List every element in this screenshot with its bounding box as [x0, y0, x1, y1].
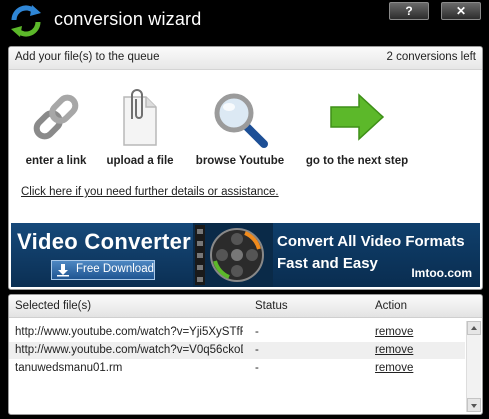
file-cell: http://www.youtube.com/watch?v=Yji5XySTf… [15, 326, 243, 338]
scroll-up-button[interactable] [467, 321, 481, 335]
ad-banner[interactable]: Video Converter Free Download Convert Al… [11, 223, 480, 287]
column-header-status[interactable]: Status [255, 300, 288, 312]
file-queue-list: Selected file(s) Status Action http://ww… [8, 294, 483, 415]
banner-site: Imtoo.com [411, 266, 472, 280]
banner-right: Convert All Video Formats Fast and Easy … [273, 223, 480, 287]
close-button[interactable]: ✕ [441, 2, 481, 20]
banner-left: Video Converter Free Download [11, 223, 193, 287]
table-row[interactable]: tanuwedsmanu01.rm - remove [9, 360, 465, 377]
film-reel-icon [195, 225, 264, 285]
title-bar: conversion wizard ? ✕ [0, 0, 489, 40]
banner-title: Video Converter [17, 229, 192, 254]
remove-link[interactable]: remove [375, 326, 413, 338]
table-row[interactable]: http://www.youtube.com/watch?v=V0q56ckoD… [9, 342, 465, 359]
download-icon [57, 264, 69, 277]
upload-file-label: upload a file [106, 155, 174, 167]
film-reel-graphic [193, 223, 273, 287]
status-cell: - [255, 362, 259, 374]
conversions-left-counter: 2 conversions left [386, 51, 477, 63]
scroll-down-arrow-icon [471, 404, 477, 408]
browse-youtube-label: browse Youtube [195, 155, 285, 167]
queue-instruction: Add your file(s) to the queue [15, 51, 160, 63]
table-row[interactable]: http://www.youtube.com/watch?v=Yji5XySTf… [9, 324, 465, 341]
file-cell: http://www.youtube.com/watch?v=V0q56ckoD [15, 344, 243, 356]
queue-header: Selected file(s) Status Action [9, 295, 482, 318]
next-step-label: go to the next step [305, 155, 409, 167]
column-header-selected-files[interactable]: Selected file(s) [15, 300, 91, 312]
add-files-panel: Add your file(s) to the queue 2 conversi… [8, 46, 483, 290]
remove-link[interactable]: remove [375, 362, 413, 374]
remove-link[interactable]: remove [375, 344, 413, 356]
help-button[interactable]: ? [389, 2, 429, 20]
file-cell: tanuwedsmanu01.rm [15, 362, 123, 374]
column-header-action[interactable]: Action [375, 300, 407, 312]
scroll-down-button[interactable] [467, 398, 481, 412]
banner-tagline-2: Fast and Easy [277, 255, 378, 272]
free-download-label: Free Download [76, 263, 154, 275]
status-cell: - [255, 344, 259, 356]
window-title: conversion wizard [54, 9, 202, 29]
enter-link-label: enter a link [25, 155, 87, 167]
help-details-link[interactable]: Click here if you need further details o… [21, 186, 279, 198]
paperclip-document-icon [123, 89, 157, 146]
magnifier-icon [214, 93, 268, 148]
free-download-button[interactable]: Free Download [51, 260, 155, 280]
banner-tagline-1: Convert All Video Formats [277, 233, 465, 250]
vertical-scrollbar[interactable] [466, 321, 481, 412]
refresh-arrows-icon [11, 5, 41, 37]
status-cell: - [255, 326, 259, 338]
panel-header: Add your file(s) to the queue 2 conversi… [9, 47, 482, 70]
scroll-up-arrow-icon [471, 326, 477, 330]
chain-link-icon [33, 94, 79, 140]
green-arrow-right-icon [330, 93, 385, 141]
